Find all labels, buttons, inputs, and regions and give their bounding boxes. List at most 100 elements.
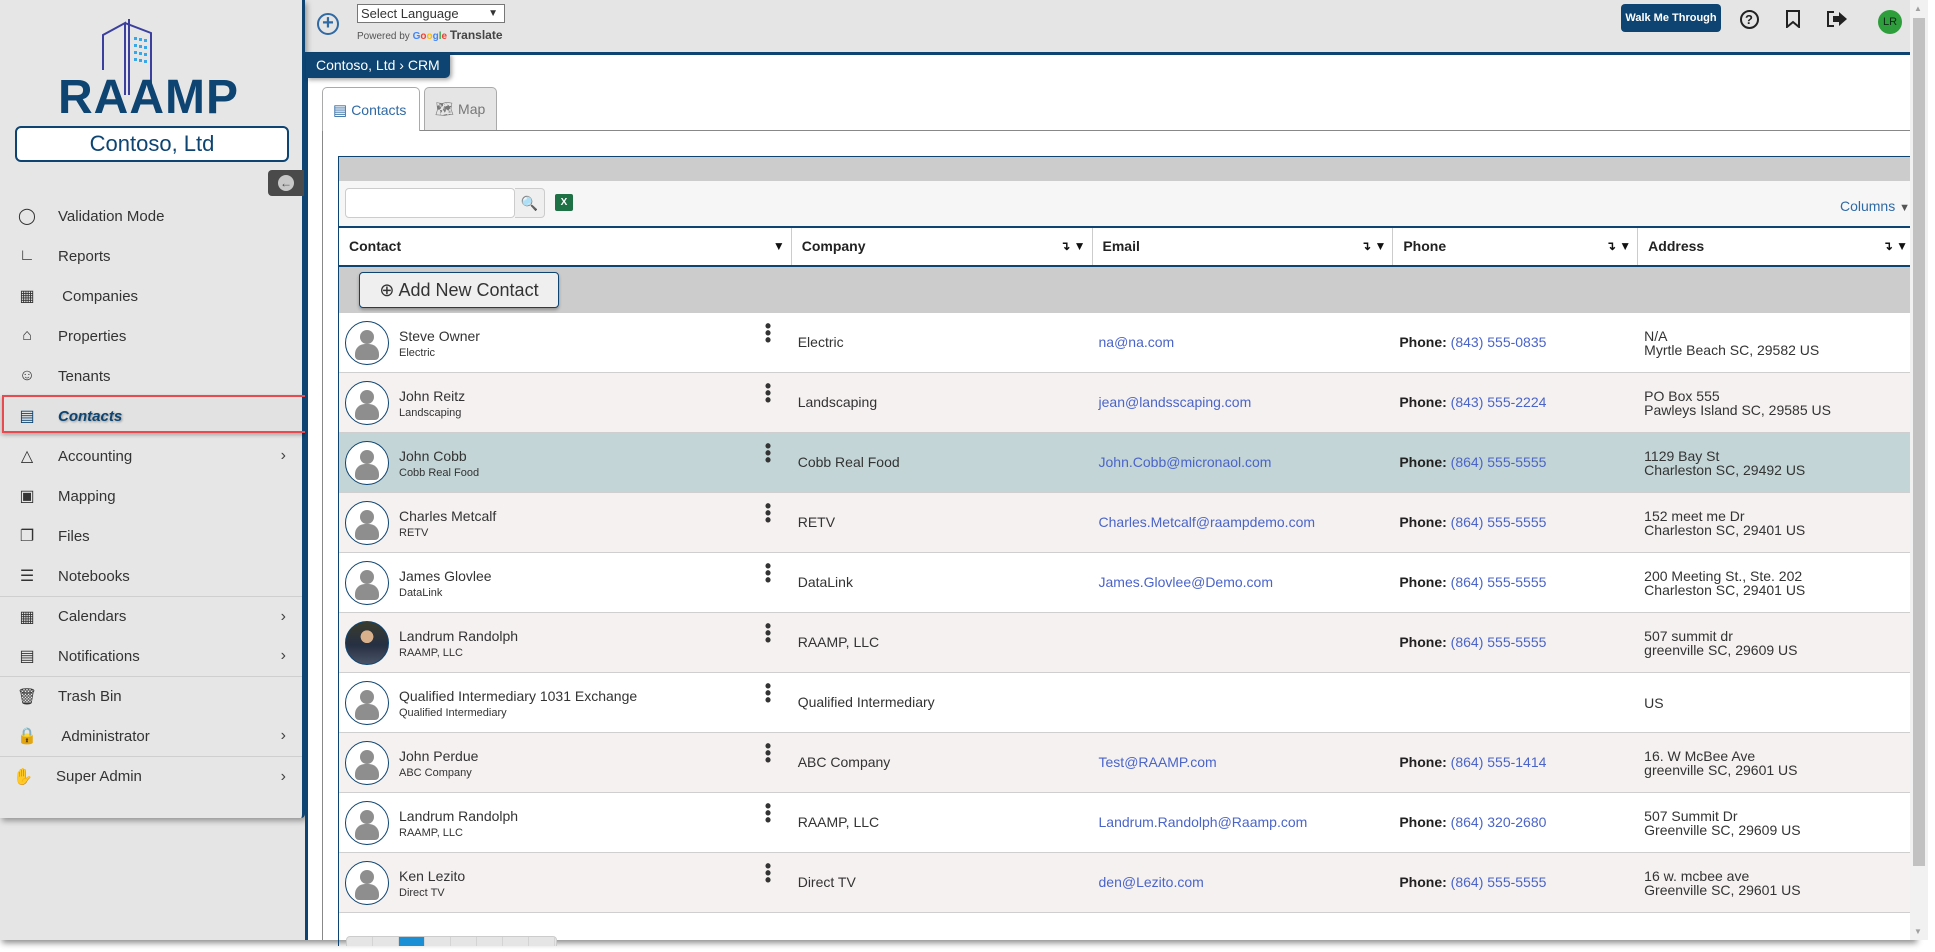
filter-icon[interactable]: ▼ xyxy=(1619,239,1631,253)
sort-icon[interactable]: ↴ xyxy=(1361,239,1371,253)
table-row[interactable]: Qualified Intermediary 1031 Exchange Qual… xyxy=(339,673,1914,733)
table-row[interactable]: Charles Metcalf RETV • • • RETV Charles.Metcal… xyxy=(339,493,1914,553)
scrollbar-thumb[interactable] xyxy=(1913,18,1925,866)
table-row[interactable]: Ken Lezito Direct TV • • • Direct TV den@Lezit… xyxy=(339,853,1914,913)
phone-link[interactable]: (864) 320-2680 xyxy=(1451,814,1547,830)
contact-name[interactable]: Qualified Intermediary 1031 Exchange xyxy=(399,688,637,704)
pager-button[interactable] xyxy=(451,937,477,946)
more-actions-icon[interactable]: • • • xyxy=(764,557,772,589)
phone-link[interactable]: (864) 555-5555 xyxy=(1451,574,1547,590)
more-actions-icon[interactable]: • • • xyxy=(764,737,772,769)
phone-link[interactable]: (864) 555-5555 xyxy=(1451,634,1547,650)
scroll-down-icon[interactable]: ▼ xyxy=(1914,927,1922,936)
collapse-sidebar-button[interactable]: ← xyxy=(268,170,304,196)
email-link[interactable]: den@Lezito.com xyxy=(1093,853,1394,912)
phone-link[interactable]: (843) 555-2224 xyxy=(1451,394,1547,410)
contact-name[interactable]: Landrum Randolph xyxy=(399,808,518,824)
more-actions-icon[interactable]: • • • xyxy=(764,437,772,469)
table-row[interactable]: John Cobb Cobb Real Food • • • Cobb Real Food… xyxy=(339,433,1914,493)
sort-icon[interactable]: ↴ xyxy=(1606,239,1616,253)
tab-map[interactable]: 🗺 Map xyxy=(424,87,497,130)
filter-icon[interactable]: ▼ xyxy=(1074,239,1086,253)
sidebar-item-validation-mode[interactable]: ◯ Validation Mode xyxy=(0,196,302,236)
more-actions-icon[interactable]: • • • xyxy=(764,797,772,829)
phone-link[interactable]: (864) 555-5555 xyxy=(1451,454,1547,470)
sidebar-item-calendars[interactable]: ▦ Calendars › xyxy=(0,596,302,636)
sort-filter-icons[interactable]: ↴ ▼ xyxy=(1060,228,1085,265)
pager-button[interactable] xyxy=(477,937,503,946)
user-avatar[interactable]: LR xyxy=(1878,10,1902,34)
phone-link[interactable]: (864) 555-5555 xyxy=(1451,514,1547,530)
contact-name[interactable]: Steve Owner xyxy=(399,328,480,344)
language-select[interactable]: Select Language ▼ xyxy=(357,4,505,23)
contact-name[interactable]: Ken Lezito xyxy=(399,868,465,884)
table-row[interactable]: Steve Owner Electric • • • Electric na@na.com P… xyxy=(339,313,1914,373)
contact-name[interactable]: James Glovlee xyxy=(399,568,492,584)
column-header-company[interactable]: Company ↴ ▼ xyxy=(792,228,1093,265)
filter-icon[interactable]: ▼ xyxy=(1374,239,1386,253)
filter-icon[interactable]: ▼ xyxy=(773,228,785,265)
email-link[interactable]: na@na.com xyxy=(1093,313,1394,372)
more-actions-icon[interactable]: • • • xyxy=(764,317,772,349)
column-header-email[interactable]: Email ↴ ▼ xyxy=(1093,228,1394,265)
contact-name[interactable]: John Cobb xyxy=(399,448,467,464)
sidebar-item-files[interactable]: ❐ Files xyxy=(0,516,302,556)
phone-link[interactable]: (864) 555-1414 xyxy=(1451,754,1547,770)
contact-name[interactable]: Charles Metcalf xyxy=(399,508,496,524)
sidebar-item-companies[interactable]: ▦ Companies xyxy=(0,276,302,316)
add-new-contact-button[interactable]: ⊕ Add New Contact xyxy=(359,272,559,308)
logout-icon[interactable] xyxy=(1826,8,1848,30)
sidebar-item-properties[interactable]: ⌂ Properties xyxy=(0,316,302,356)
sort-filter-icons[interactable]: ↴ ▼ xyxy=(1883,228,1908,265)
column-header-phone[interactable]: Phone ↴ ▼ xyxy=(1393,228,1639,265)
email-link[interactable]: Charles.Metcalf@raampdemo.com xyxy=(1093,493,1394,552)
sidebar-item-notebooks[interactable]: ☰ Notebooks xyxy=(0,556,302,596)
search-button[interactable]: 🔍 xyxy=(515,188,545,218)
sidebar-item-super-admin[interactable]: ✋ Super Admin › xyxy=(0,756,302,796)
sidebar-item-mapping[interactable]: ▣ Mapping xyxy=(0,476,302,516)
sort-filter-icons[interactable]: ↴ ▼ xyxy=(1361,228,1386,265)
pager-button[interactable] xyxy=(373,937,399,946)
pager-button[interactable] xyxy=(347,937,373,946)
table-row[interactable]: James Glovlee DataLink • • • DataLink James.Gl… xyxy=(339,553,1914,613)
scroll-up-icon[interactable]: ▲ xyxy=(1914,4,1922,13)
more-actions-icon[interactable]: • • • xyxy=(764,857,772,889)
more-actions-icon[interactable]: • • • xyxy=(764,497,772,529)
contact-name[interactable]: Landrum Randolph xyxy=(399,628,518,644)
sidebar-item-trash-bin[interactable]: 🗑 Trash Bin xyxy=(0,676,302,716)
table-row[interactable]: Landrum Randolph RAAMP, LLC • • • RAAMP, LLC P… xyxy=(339,613,1914,673)
add-circle-icon[interactable]: + xyxy=(317,13,339,35)
pager-button[interactable] xyxy=(529,937,555,946)
walk-me-through-button[interactable]: Walk Me Through xyxy=(1621,4,1721,32)
columns-menu-button[interactable]: Columns ▼ xyxy=(1840,198,1910,214)
sidebar-item-tenants[interactable]: ☺ Tenants xyxy=(0,356,302,396)
email-link[interactable]: James.Glovlee@Demo.com xyxy=(1093,553,1394,612)
phone-link[interactable]: (864) 555-5555 xyxy=(1451,874,1547,890)
table-row[interactable]: Landrum Randolph RAAMP, LLC • • • RAAMP, LLC L… xyxy=(339,793,1914,853)
email-link[interactable]: John.Cobb@micronaol.com xyxy=(1093,433,1394,492)
more-actions-icon[interactable]: • • • xyxy=(764,617,772,649)
pager-button[interactable] xyxy=(425,937,451,946)
sidebar-item-contacts[interactable]: ▤ Contacts xyxy=(0,396,302,436)
sidebar-item-administrator[interactable]: 🔒 Administrator › xyxy=(0,716,302,756)
contact-name[interactable]: John Perdue xyxy=(399,748,478,764)
pager-button[interactable] xyxy=(503,937,529,946)
sidebar-item-accounting[interactable]: △ Accounting › xyxy=(0,436,302,476)
sort-icon[interactable]: ↴ xyxy=(1883,239,1893,253)
more-actions-icon[interactable]: • • • xyxy=(764,677,772,709)
bookmark-icon[interactable] xyxy=(1782,8,1804,30)
email-link[interactable]: jean@landsscaping.com xyxy=(1093,373,1394,432)
email-link[interactable]: Test@RAAMP.com xyxy=(1093,733,1394,792)
email-link[interactable] xyxy=(1093,673,1394,732)
email-link[interactable]: Landrum.Randolph@Raamp.com xyxy=(1093,793,1394,852)
pager-button[interactable] xyxy=(399,937,425,946)
contact-name[interactable]: John Reitz xyxy=(399,388,465,404)
page-scrollbar[interactable]: ▲ ▼ xyxy=(1910,0,1928,940)
tab-contacts[interactable]: ▤ Contacts xyxy=(322,87,420,131)
filter-icon[interactable]: ▼ xyxy=(1896,239,1908,253)
excel-export-icon[interactable]: X xyxy=(555,194,573,211)
help-icon[interactable]: ? xyxy=(1738,8,1760,30)
sort-icon[interactable]: ↴ xyxy=(1060,239,1070,253)
column-header-address[interactable]: Address ↴ ▼ xyxy=(1638,228,1914,265)
phone-link[interactable]: (843) 555-0835 xyxy=(1451,334,1547,350)
